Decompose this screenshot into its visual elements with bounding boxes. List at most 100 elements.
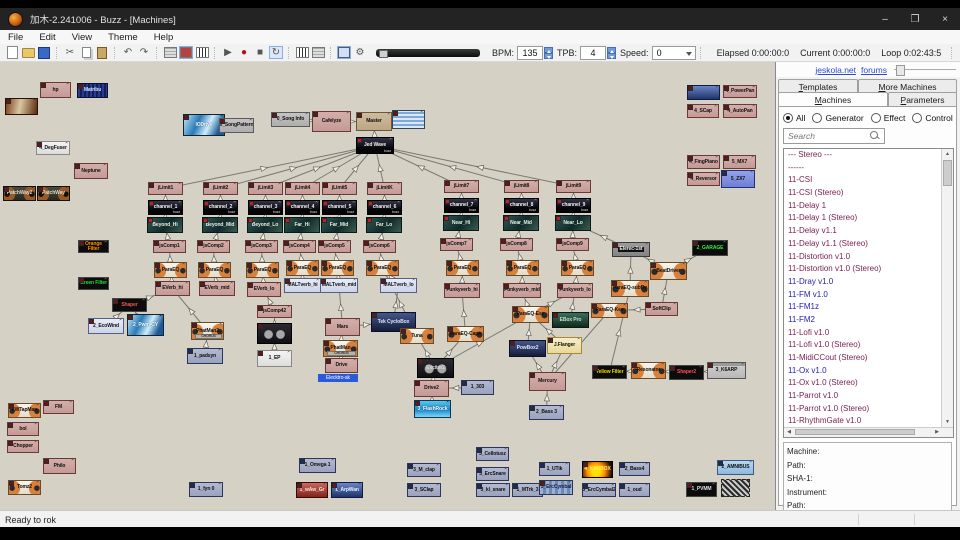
radio-all[interactable]: [783, 113, 793, 123]
machine-3-k6arp[interactable]: 3_K6ARP ×: [707, 362, 746, 379]
machine-close-icon[interactable]: ×: [34, 441, 37, 445]
machine-ebox-pro[interactable]: EBox Pro ×: [552, 312, 589, 328]
machine-powbox2[interactable]: PowBox2 ×: [509, 340, 546, 357]
machine-close-icon[interactable]: ×: [66, 83, 69, 87]
machine-close-icon[interactable]: ×: [699, 366, 702, 370]
machine-5-zx7[interactable]: 5_ZX7 ×: [721, 170, 755, 188]
maximize-button[interactable]: ❐: [900, 8, 930, 30]
bpm-value[interactable]: 135: [517, 45, 544, 60]
machine-maltverb-hi[interactable]: MALTverb_hi ×: [284, 278, 321, 293]
machine-close-icon[interactable]: ×: [218, 483, 221, 487]
machine-close-icon[interactable]: ×: [233, 201, 236, 205]
machine-philo[interactable]: Philo ×: [43, 458, 76, 474]
machine-close-icon[interactable]: ×: [741, 363, 744, 367]
tab-machines[interactable]: Machines: [778, 92, 888, 106]
machine-far-hi[interactable]: Far_Hi ×: [284, 217, 320, 233]
machine-maltverb-lo[interactable]: MALTverb_lo ×: [380, 278, 417, 293]
machine-tuna[interactable]: Tuna ×: [400, 328, 434, 344]
machine-close-icon[interactable]: ×: [444, 381, 447, 385]
machine-close-icon[interactable]: ×: [622, 366, 625, 370]
machine-close-icon[interactable]: ×: [479, 327, 482, 331]
machine-1-omega-1[interactable]: 1_Omega 1 ×: [299, 458, 336, 473]
machine-close-icon[interactable]: ×: [31, 187, 34, 191]
machine-channel-5[interactable]: channel_5 × buzz: [322, 200, 357, 215]
machine-close-icon[interactable]: ×: [397, 218, 400, 222]
radio-effect[interactable]: [870, 113, 881, 123]
machine-list-item[interactable]: 11-FM1z: [784, 301, 941, 314]
machine-close-icon[interactable]: ×: [534, 181, 537, 185]
machine-4-fingpiano[interactable]: 4_FingPiano ×: [687, 155, 720, 169]
machine-close-icon[interactable]: ×: [323, 483, 326, 487]
machine-maltverb-mid[interactable]: MALTverb_mid ×: [320, 278, 358, 293]
machine-jlimit7[interactable]: jLimit7 ×: [444, 180, 479, 193]
machine-1-padsyn[interactable]: 1_padsyn ×: [187, 348, 223, 364]
machine-beyond-hi[interactable]: Beyond_Hi ×: [147, 217, 183, 233]
machine-close-icon[interactable]: ×: [608, 462, 611, 466]
machine-close-icon[interactable]: ×: [436, 484, 439, 488]
machine-close-icon[interactable]: ×: [397, 183, 400, 187]
machine-beyond-lo[interactable]: Beyond_Lo ×: [247, 217, 283, 233]
machine-close-icon[interactable]: ×: [389, 138, 392, 142]
machine-exciter2[interactable]: Exciter2 ×: [417, 358, 454, 378]
list-vertical-scrollbar[interactable]: ▲ ▼: [941, 149, 953, 427]
forums-link[interactable]: forums: [861, 65, 887, 75]
machine-2-amnibus[interactable]: 2_AMNIBUS ×: [717, 460, 754, 475]
copy-icon[interactable]: [79, 46, 93, 59]
machine-neptune[interactable]: Neptune ×: [74, 163, 108, 179]
machine-close-icon[interactable]: ×: [249, 119, 252, 123]
loop-icon[interactable]: ↻: [269, 46, 283, 59]
machine-0-song-info[interactable]: 0_Song Info ×: [271, 112, 310, 127]
tab-more-machines[interactable]: More Machines: [858, 79, 957, 93]
machine-close-icon[interactable]: ×: [33, 99, 36, 103]
machine-close-icon[interactable]: ×: [474, 216, 477, 220]
machine-close-icon[interactable]: ×: [233, 183, 236, 187]
machine-close-icon[interactable]: ×: [119, 319, 122, 323]
machine-close-icon[interactable]: ×: [420, 111, 423, 115]
machine-3-ercsnare[interactable]: 3_ErcSnare ×: [476, 467, 509, 481]
tpb-stepper[interactable]: [607, 46, 617, 59]
machine-3-sclap[interactable]: 3_SClap ×: [407, 483, 441, 497]
machine-close-icon[interactable]: ×: [185, 282, 188, 286]
machine-close-icon[interactable]: ×: [611, 484, 614, 488]
play-icon[interactable]: ▶: [221, 46, 235, 59]
machine-close-icon[interactable]: ×: [586, 199, 589, 203]
machine-close-icon[interactable]: ×: [355, 319, 358, 323]
machine-close-icon[interactable]: ×: [278, 183, 281, 187]
machine-eq5[interactable]: ParaEQ ×: [321, 260, 354, 276]
machine-4-degfuser[interactable]: 4_DegFuser ×: [36, 141, 70, 155]
menu-item-theme[interactable]: Theme: [100, 32, 146, 43]
machine-close-icon[interactable]: ×: [682, 263, 685, 267]
machine-list-item[interactable]: 11-Parrot v1.0: [784, 390, 941, 403]
machine-phatman2[interactable]: PhatMan2 × CHORUS: [191, 322, 224, 340]
machine-close-icon[interactable]: ×: [586, 181, 589, 185]
new-icon[interactable]: [5, 46, 19, 59]
machine-drive2[interactable]: Drive2 ×: [414, 380, 449, 397]
panel-slider[interactable]: [894, 65, 956, 76]
machine-resonator[interactable]: Resonator ×: [631, 362, 666, 379]
machine-close-icon[interactable]: ×: [504, 468, 507, 472]
list-horizontal-scrollbar[interactable]: ◀ ▶: [784, 427, 953, 437]
machine-close-icon[interactable]: ×: [712, 483, 715, 487]
machine-close-icon[interactable]: ×: [69, 401, 72, 405]
master-volume-slider[interactable]: [376, 48, 480, 58]
machine-close-icon[interactable]: ×: [644, 281, 647, 285]
machine-list-item[interactable]: 11-Lofi v1.0: [784, 327, 941, 340]
machine-close-icon[interactable]: ×: [429, 329, 432, 333]
machine-jscomp7[interactable]: jsComp7 ×: [440, 238, 473, 251]
machine-close-icon[interactable]: ×: [661, 363, 664, 367]
machine-close-icon[interactable]: ×: [588, 284, 591, 288]
machine-list-item[interactable]: 11-Lofi v1.0 (Stereo): [784, 339, 941, 352]
machine-jed-wave[interactable]: Jed Wave × buzz: [356, 137, 394, 154]
machine-jlimit4[interactable]: jLimit4 ×: [285, 182, 320, 195]
machine-1-fyn-0[interactable]: 1_fyn 0 ×: [189, 482, 223, 497]
settings-icon[interactable]: ⚙: [353, 46, 367, 59]
machine-close-icon[interactable]: ×: [645, 484, 648, 488]
machine-close-icon[interactable]: ×: [673, 303, 676, 307]
machine-close-icon[interactable]: ×: [353, 359, 356, 363]
machine-eq2[interactable]: ParaEQ ×: [198, 262, 231, 278]
cut-icon[interactable]: ✂: [63, 46, 77, 59]
machine-list-item[interactable]: 11-Delay v1.1: [784, 225, 941, 238]
wavetable-icon[interactable]: [295, 46, 309, 59]
minimize-button[interactable]: –: [870, 8, 900, 30]
speed-select[interactable]: 0: [651, 45, 696, 60]
